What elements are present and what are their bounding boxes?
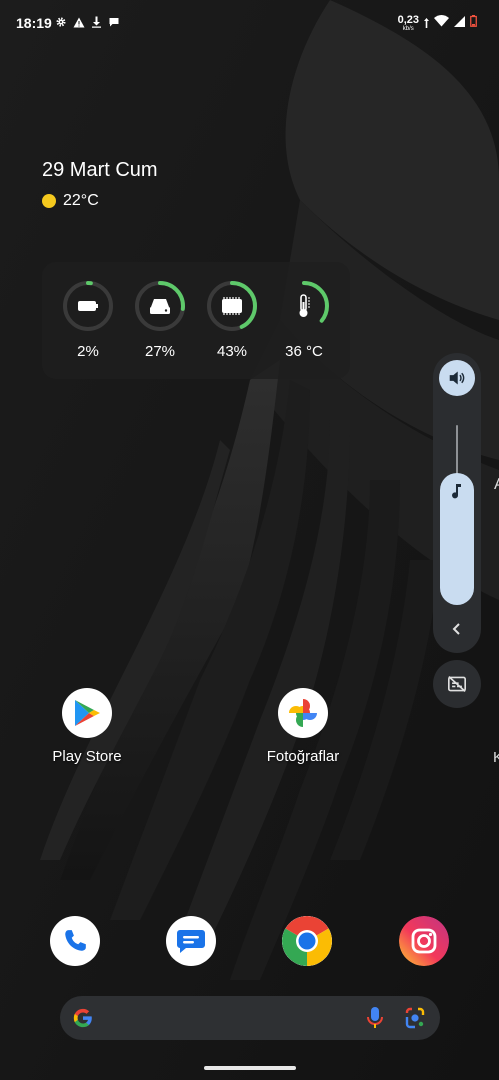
signal-icon [454,14,465,32]
volume-panel [433,353,481,653]
device-stats-widget[interactable]: 2% 27% 43% 36 °C [42,262,350,379]
dock-chrome[interactable] [282,916,332,966]
stat-battery: 2% [52,280,124,360]
storage-icon [150,299,170,314]
storage-ring [135,281,185,331]
app-label: Play Store [52,748,122,765]
edge-clipped-text: K [493,749,499,766]
chat-bubble-icon [108,16,120,28]
upload-arrow-icon [424,18,429,28]
download-icon [91,16,102,28]
home-gesture-bar[interactable] [204,1066,296,1070]
stat-storage: 27% [124,280,196,360]
chrome-icon [282,916,332,966]
memory-ring [207,281,257,331]
edge-clipped-text: A [494,476,499,494]
ringer-mode-button[interactable] [439,360,475,396]
chevron-left-icon[interactable] [449,621,465,637]
wifi-icon [434,14,449,32]
dock-instagram[interactable] [399,916,449,966]
memory-chip-icon [222,297,242,315]
weather-info[interactable]: 22°C [42,192,99,210]
photos-icon [278,688,328,738]
dock-messages[interactable] [166,916,216,966]
google-g-icon [73,1008,92,1028]
live-caption-button[interactable] [433,660,481,708]
network-speed: 0,23 kb/s [397,13,419,32]
lens-icon[interactable] [403,1007,427,1029]
stat-memory: 43% [196,280,268,360]
storage-percent: 27% [144,343,176,360]
app-label: Fotoğraflar [266,748,340,765]
status-right-group: 0,23 kb/s [398,14,477,32]
caption-off-icon [448,676,466,692]
app-play-store[interactable]: Play Store [37,688,137,765]
weather-temperature: 22°C [63,192,99,209]
gear-icon [55,16,67,28]
instagram-icon [399,916,449,966]
thermometer-icon [299,294,310,317]
sun-icon [42,194,56,208]
messages-icon [177,930,205,953]
mic-icon[interactable] [366,1006,384,1030]
memory-percent: 43% [216,343,248,360]
warning-icon [73,17,85,28]
google-search-bar[interactable] [60,996,440,1040]
network-speed-value: 0,23 [397,13,419,26]
battery-percent: 2% [77,343,99,360]
temperature-ring [279,281,329,331]
play-store-icon [62,688,112,738]
status-time: 18:19 [16,15,52,31]
app-photos[interactable]: Fotoğraflar [253,688,353,765]
stat-temperature: 36 °C [268,280,340,360]
speaker-icon [449,371,465,385]
music-note-icon [452,484,461,499]
phone-icon [65,930,86,951]
battery-icon [470,14,477,32]
battery-ring [63,281,113,331]
volume-slider[interactable] [440,473,474,605]
dock-phone[interactable] [50,916,100,966]
status-bar: 18:19 0,23 kb/s [0,0,499,44]
network-speed-unit: kb/s [402,25,414,32]
temperature-value: 36 °C [285,343,323,360]
battery-icon [78,301,98,311]
notification-icons [55,16,120,28]
date-label[interactable]: 29 Mart Cum [42,159,158,182]
